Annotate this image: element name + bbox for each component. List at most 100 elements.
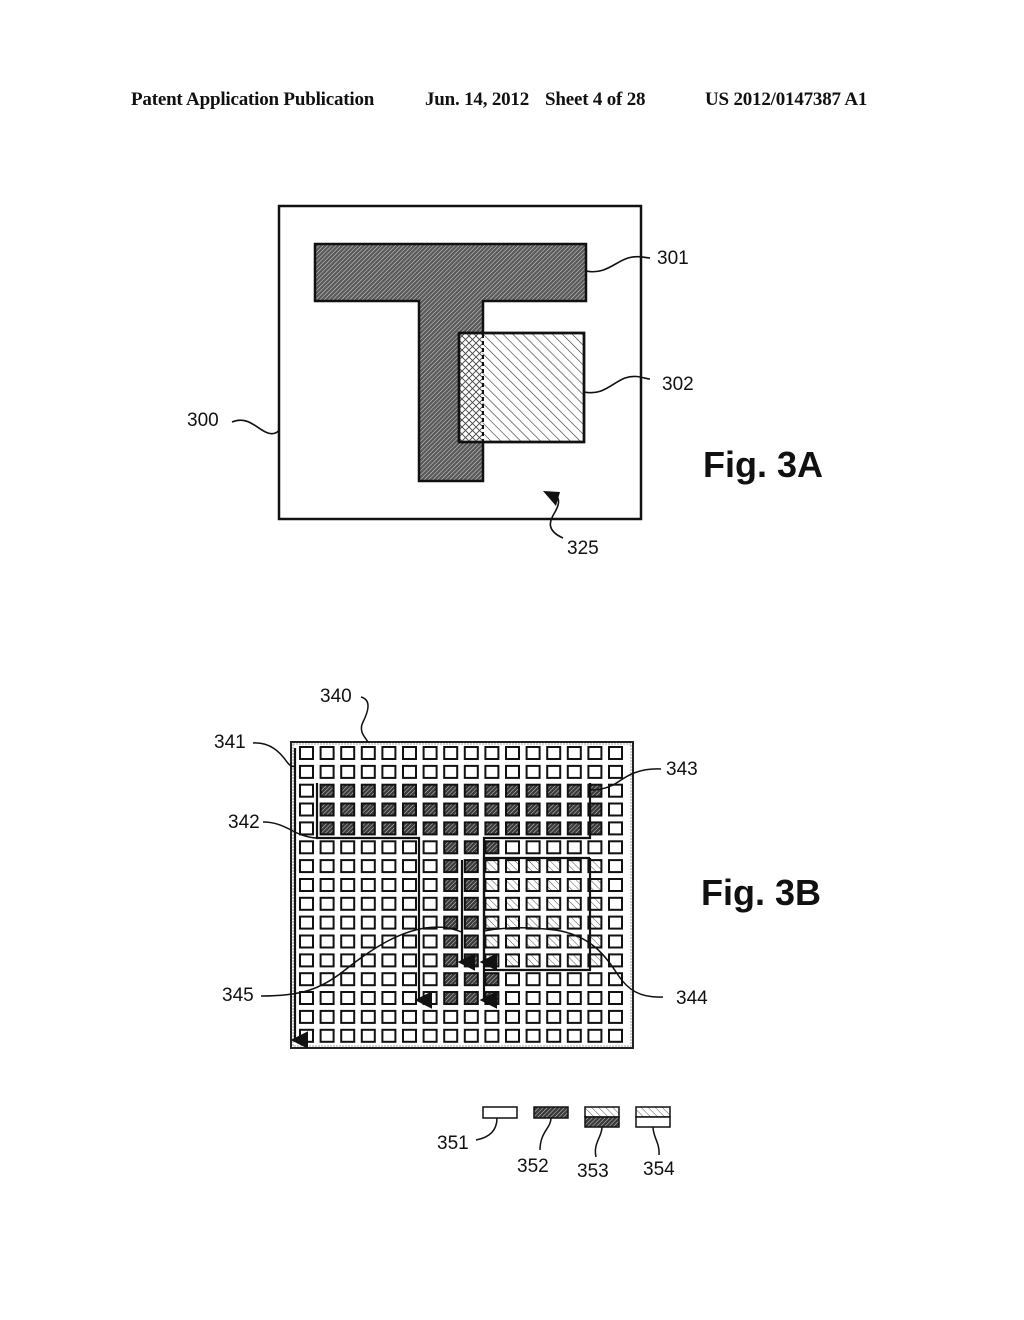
empty-cell: [299, 821, 314, 836]
empty-cell: [463, 764, 479, 779]
empty-cell: [422, 764, 438, 779]
empty-cell: [381, 859, 397, 874]
object-301-cell: [463, 821, 479, 836]
object-301-cell: [566, 821, 582, 836]
empty-cell: [340, 878, 356, 892]
empty-cell: [381, 1028, 397, 1043]
empty-cell: [402, 1028, 417, 1043]
leader-300: [231, 419, 280, 435]
empty-cell: [546, 1009, 562, 1024]
empty-cell: [566, 1009, 582, 1024]
empty-cell: [299, 878, 314, 892]
object-302-cell: [505, 878, 520, 892]
empty-cell: [402, 934, 417, 949]
empty-cell: [608, 896, 623, 911]
empty-cell: [340, 746, 356, 760]
empty-cell: [319, 878, 335, 892]
object-301-cell: [443, 859, 459, 874]
empty-cell: [360, 991, 376, 1005]
empty-cell: [402, 896, 417, 911]
empty-cell: [299, 840, 314, 855]
object-301-cell: [443, 896, 459, 911]
legend-leader-353: [594, 1126, 603, 1158]
object-302-cell: [566, 896, 582, 911]
object-301-cell: [463, 878, 479, 892]
empty-cell: [360, 1028, 376, 1043]
empty-cell: [608, 764, 623, 779]
empty-cell: [505, 746, 520, 760]
overlap-region: [460, 334, 483, 441]
object-301-cell: [402, 783, 417, 798]
empty-cell: [360, 915, 376, 930]
empty-cell: [587, 1009, 603, 1024]
empty-cell: [505, 1028, 520, 1043]
empty-cell: [340, 840, 356, 855]
empty-cell: [422, 972, 438, 987]
object-302-cell: [566, 859, 582, 874]
empty-cell: [402, 764, 417, 779]
empty-cell: [299, 1009, 314, 1024]
empty-cell: [319, 764, 335, 779]
empty-cell: [360, 746, 376, 760]
legend-label-354: 354: [643, 1159, 675, 1180]
object-301-cell: [443, 840, 459, 855]
empty-cell: [608, 1028, 623, 1043]
object-301-cell: [484, 821, 500, 836]
empty-cell: [340, 1009, 356, 1024]
object-302-cell: [566, 915, 582, 930]
empty-cell: [402, 972, 417, 987]
object-301-cell: [443, 991, 459, 1005]
empty-cell: [525, 972, 541, 987]
object-301-cell: [525, 821, 541, 836]
empty-cell: [299, 934, 314, 949]
object-301-cell: [319, 821, 335, 836]
object-302-cell: [525, 878, 541, 892]
empty-cell: [422, 991, 438, 1005]
empty-cell: [546, 746, 562, 760]
empty-cell: [443, 746, 459, 760]
object-302-cell: [566, 953, 582, 968]
empty-cell: [340, 764, 356, 779]
overlap-cell: [484, 896, 500, 911]
ref-label-345: 345: [222, 985, 254, 1006]
empty-cell: [360, 1009, 376, 1024]
object-301-cell: [463, 991, 479, 1005]
empty-cell: [299, 1028, 314, 1043]
object-301-cell: [463, 896, 479, 911]
empty-cell: [525, 991, 541, 1005]
object-301-cell: [319, 783, 335, 798]
empty-cell: [340, 915, 356, 930]
object-302-cell: [505, 934, 520, 949]
empty-cell: [525, 1009, 541, 1024]
empty-cell: [299, 972, 314, 987]
empty-cell: [340, 1028, 356, 1043]
empty-cell: [484, 746, 500, 760]
object-301-cell: [422, 783, 438, 798]
object-301-cell: [505, 821, 520, 836]
leader-341: [252, 742, 296, 768]
empty-cell: [319, 1028, 335, 1043]
empty-cell: [546, 764, 562, 779]
legend-leader-352: [539, 1117, 552, 1151]
empty-cell: [402, 878, 417, 892]
object-302-cell: [525, 953, 541, 968]
legend-label-353: 353: [577, 1161, 609, 1182]
object-302-cell: [525, 915, 541, 930]
object-301-cell: [402, 802, 417, 817]
empty-cell: [566, 764, 582, 779]
object-301-cell: [443, 821, 459, 836]
object-301-cell: [402, 821, 417, 836]
empty-cell: [422, 1028, 438, 1043]
drawing-sheet: [231, 204, 671, 1158]
empty-cell: [546, 991, 562, 1005]
empty-cell: [340, 859, 356, 874]
overlap-cell: [484, 859, 500, 874]
object-301-cell: [546, 821, 562, 836]
object-301-cell: [546, 802, 562, 817]
empty-cell: [422, 953, 438, 968]
empty-cell: [360, 840, 376, 855]
overlap-cell: [484, 915, 500, 930]
object-301-cell: [463, 972, 479, 987]
empty-cell: [360, 878, 376, 892]
object-302-cell: [566, 878, 582, 892]
